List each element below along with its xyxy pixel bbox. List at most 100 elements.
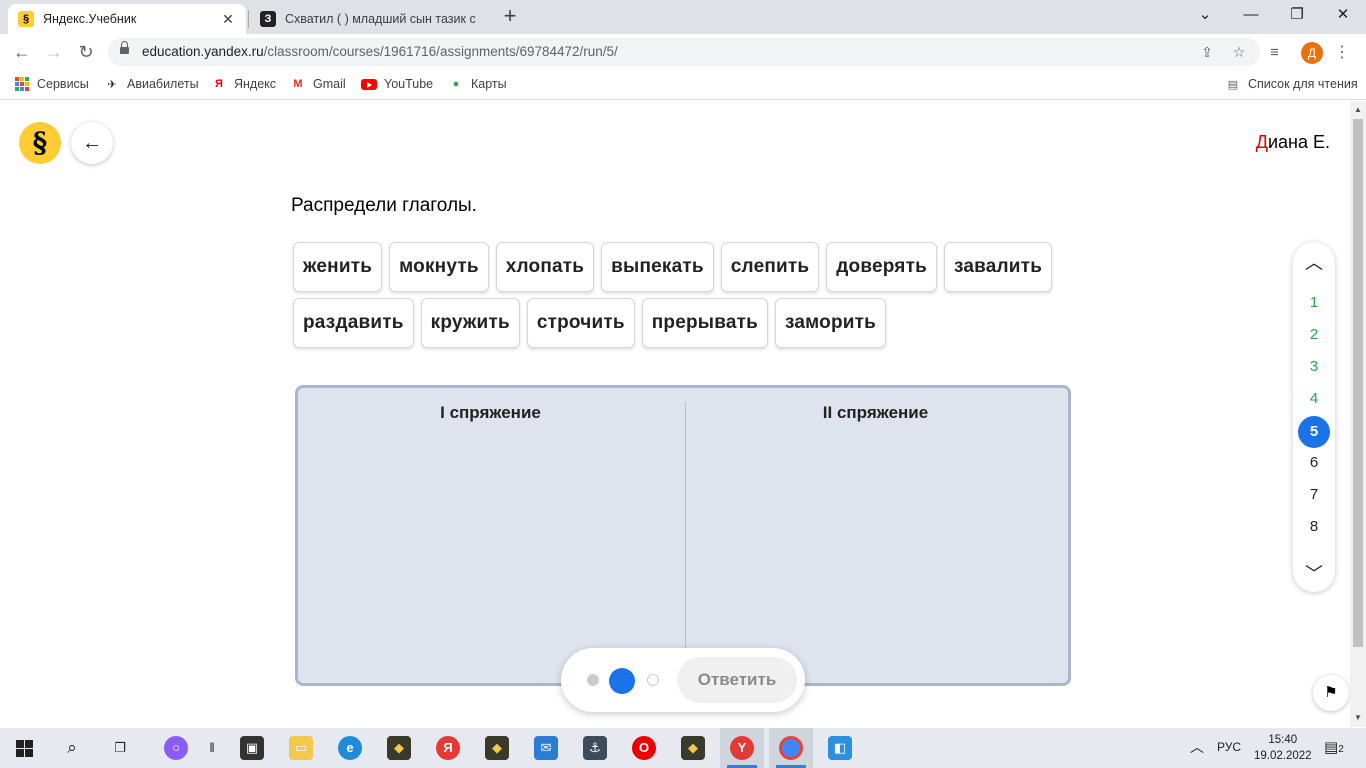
more-menu-icon[interactable]: ⋮ [1334,42,1350,62]
task-nav-item[interactable]: 3 [1298,351,1330,383]
bookmark-star-icon[interactable]: ☆ [1230,43,1248,61]
word-row-2: раздавить кружить строчить прерывать зам… [293,298,1053,348]
word-chip[interactable]: мокнуть [389,242,489,292]
store-icon[interactable]: ▣ [240,736,264,760]
reload-icon[interactable]: ↻ [74,40,98,64]
bookmarks-bar: Сервисы ✈ Авиабилеты Я Яндекс M Gmail Yo… [0,70,1366,100]
back-button[interactable]: ← [71,122,113,164]
edge-icon[interactable]: e [338,736,362,760]
scroll-thumb[interactable] [1353,119,1363,647]
user-name[interactable]: Диана Е. [1256,132,1330,153]
bookmark-aviabilety[interactable]: ✈ Авиабилеты [104,76,198,92]
task-nav-item[interactable]: 6 [1298,447,1330,479]
bookmark-yandex[interactable]: Я Яндекс [211,76,276,92]
chevron-down-icon[interactable]: ﹀ [1293,560,1335,586]
bookmark-youtube[interactable]: YouTube [361,76,433,92]
back-nav-icon[interactable]: ← [10,40,34,64]
pager-dot-active[interactable] [609,668,635,694]
task-nav-item-current[interactable]: 5 [1298,416,1330,448]
address-bar[interactable]: education.yandex.ru/classroom/courses/19… [108,38,1260,66]
url-text[interactable]: education.yandex.ru/classroom/courses/19… [142,44,618,59]
bookmark-services[interactable]: Сервисы [14,76,89,92]
alice-icon[interactable]: ○ [164,736,188,760]
tab-title: Схватил ( ) младший сын тазик с [285,12,476,26]
yandex-app-icon[interactable]: Я [436,736,460,760]
task-nav-item[interactable]: 7 [1298,479,1330,511]
yandex-icon: Я [215,78,223,90]
reading-list-label: Список для чтения [1248,77,1358,91]
word-chip[interactable]: строчить [526,298,635,348]
tray-expand-icon[interactable]: ︿ [1190,737,1204,757]
close-tab-icon[interactable]: ✕ [220,11,236,28]
pager-dot[interactable] [647,674,659,686]
windows-start-icon[interactable] [16,740,33,757]
language-indicator[interactable]: РУС [1217,740,1241,754]
task-view-icon[interactable]: ❐ [108,736,132,760]
clock-time: 15:40 [1268,734,1298,746]
page-scrollbar[interactable]: ▲ ▼ [1350,101,1366,727]
bookmark-label: Карты [471,77,507,91]
drop-zone-first-conjugation[interactable]: I спряжение [298,388,683,683]
znanija-icon: З [260,11,276,27]
word-chip[interactable]: прерывать [641,298,769,348]
chrome-icon[interactable] [779,736,803,760]
tab-separator [248,10,249,28]
tab-znanija[interactable]: З Схватил ( ) младший сын тазик с [250,4,488,34]
close-window-button[interactable]: ✕ [1320,4,1366,28]
tab-title: Яндекс.Учебник [43,12,137,26]
pager-dot[interactable] [587,674,599,686]
reading-list-button[interactable]: ▤ Список для чтения [1225,76,1358,92]
warships-icon[interactable]: ⚓ [583,736,607,760]
lock-icon [120,41,129,57]
chevron-up-icon[interactable]: ︿ [1293,249,1335,275]
bookmark-label: YouTube [384,77,434,91]
scroll-down-icon[interactable]: ▼ [1354,713,1362,722]
word-chip[interactable]: кружить [420,298,520,348]
restore-button[interactable]: ❐ [1274,4,1320,28]
forward-nav-icon[interactable]: → [42,40,66,64]
share-icon[interactable]: ⇪ [1198,43,1216,61]
tab-search-icon[interactable]: ⌄ [1182,4,1228,28]
sorting-board: I спряжение II спряжение [295,385,1071,686]
task-nav-item[interactable]: 2 [1298,319,1330,351]
clock[interactable]: 15:40 19.02.2022 [1254,732,1312,764]
maps-pin-icon: ● [452,78,460,90]
youtube-icon [361,76,377,92]
tanks-game-icon[interactable]: ◆ [387,736,411,760]
search-icon[interactable]: ⌕ [60,736,84,760]
word-chip[interactable]: раздавить [293,298,414,348]
file-explorer-icon[interactable]: ▭ [289,736,313,760]
task-nav-item[interactable]: 4 [1298,383,1330,415]
bookmark-label: Сервисы [37,77,89,91]
answer-bar: Ответить [561,648,805,712]
word-chip[interactable]: завалить [943,242,1053,292]
scroll-up-icon[interactable]: ▲ [1354,105,1362,114]
word-chip[interactable]: доверять [826,242,937,292]
word-chip[interactable]: слепить [720,242,820,292]
minimize-button[interactable]: — [1228,4,1274,28]
bookmark-maps[interactable]: ● Карты [448,76,507,92]
page-content: § ← Диана Е. Распредели глаголы. женить … [0,101,1350,727]
reading-mode-icon[interactable]: ≡ [1270,44,1279,61]
game-center-icon[interactable]: ◆ [681,736,705,760]
opera-icon[interactable]: O [632,736,656,760]
answer-button[interactable]: Ответить [677,657,797,703]
tab-yandex-uchebnik[interactable]: § Яндекс.Учебник ✕ [8,4,246,34]
word-chip[interactable]: заморить [775,298,887,348]
yandex-browser-icon[interactable]: Y [730,736,754,760]
notifications-icon[interactable]: ▤2 [1324,738,1344,756]
mail-icon[interactable]: ✉ [534,736,558,760]
roblox-studio-icon[interactable]: ◧ [828,736,852,760]
profile-avatar[interactable]: Д [1301,42,1323,64]
task-nav-item[interactable]: 8 [1298,511,1330,543]
new-tab-button[interactable]: + [498,5,522,29]
uchebnik-logo[interactable]: § [19,122,61,164]
word-chip[interactable]: хлопать [495,242,595,292]
word-chip[interactable]: выпекать [601,242,714,292]
wot-blitz-icon[interactable]: ◆ [485,736,509,760]
bookmark-gmail[interactable]: M Gmail [290,76,345,92]
word-chip[interactable]: женить [293,242,383,292]
flag-button[interactable]: ⚑ [1313,675,1349,711]
drop-zone-second-conjugation[interactable]: II спряжение [683,388,1068,683]
task-nav-item[interactable]: 1 [1298,287,1330,319]
